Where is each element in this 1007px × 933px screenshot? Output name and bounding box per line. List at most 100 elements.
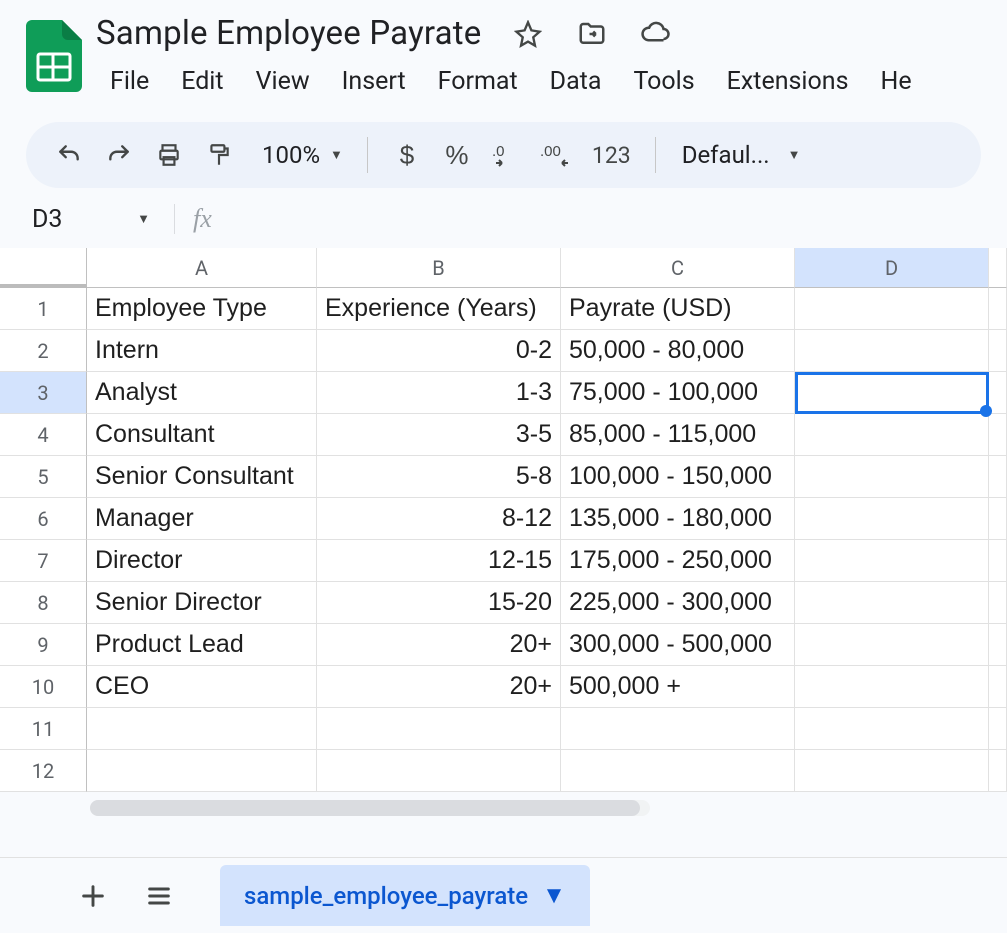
cell[interactable]: 50,000 - 80,000 xyxy=(561,330,795,372)
cell[interactable] xyxy=(87,708,317,750)
cell[interactable]: 3-5 xyxy=(317,414,561,456)
cell[interactable] xyxy=(795,750,989,792)
redo-button[interactable] xyxy=(96,132,142,178)
cell[interactable] xyxy=(87,750,317,792)
cell[interactable] xyxy=(989,708,1007,750)
cell[interactable]: Consultant xyxy=(87,414,317,456)
cell[interactable]: 15-20 xyxy=(317,582,561,624)
cell[interactable]: 20+ xyxy=(317,624,561,666)
cell[interactable] xyxy=(795,666,989,708)
cell[interactable] xyxy=(317,708,561,750)
select-all-corner[interactable] xyxy=(0,248,87,288)
cell[interactable]: 5-8 xyxy=(317,456,561,498)
row-header-3[interactable]: 3 xyxy=(0,372,87,414)
cell[interactable] xyxy=(989,540,1007,582)
cell[interactable] xyxy=(989,498,1007,540)
cell[interactable] xyxy=(989,414,1007,456)
font-dropdown[interactable]: Defaul... ▼ xyxy=(672,141,812,169)
cell[interactable]: Director xyxy=(87,540,317,582)
cell[interactable] xyxy=(989,372,1007,414)
col-header-E[interactable] xyxy=(989,248,1007,288)
cell[interactable]: 175,000 - 250,000 xyxy=(561,540,795,582)
increase-decimal-button[interactable]: .00 xyxy=(534,132,580,178)
all-sheets-button[interactable] xyxy=(126,863,192,929)
row-header-10[interactable]: 10 xyxy=(0,666,87,708)
cell[interactable]: 1-3 xyxy=(317,372,561,414)
move-folder-icon[interactable] xyxy=(572,14,612,54)
document-title[interactable]: Sample Employee Payrate xyxy=(94,10,484,57)
cell[interactable] xyxy=(795,624,989,666)
name-box[interactable]: D3 ▼ xyxy=(26,205,156,234)
cell[interactable] xyxy=(795,540,989,582)
print-button[interactable] xyxy=(146,132,192,178)
cell[interactable]: CEO xyxy=(87,666,317,708)
sheet-tab[interactable]: sample_employee_payrate ▼ xyxy=(220,865,590,926)
menu-insert[interactable]: Insert xyxy=(326,61,422,102)
add-sheet-button[interactable] xyxy=(60,863,126,929)
cell[interactable] xyxy=(795,582,989,624)
menu-format[interactable]: Format xyxy=(422,61,534,102)
cell[interactable]: 500,000 + xyxy=(561,666,795,708)
row-header-8[interactable]: 8 xyxy=(0,582,87,624)
cell[interactable] xyxy=(989,750,1007,792)
cell[interactable] xyxy=(989,330,1007,372)
cell[interactable]: Analyst xyxy=(87,372,317,414)
cell[interactable]: Payrate (USD) xyxy=(561,288,795,330)
cloud-status-icon[interactable] xyxy=(636,14,676,54)
cell[interactable]: 20+ xyxy=(317,666,561,708)
cell[interactable]: 225,000 - 300,000 xyxy=(561,582,795,624)
row-header-5[interactable]: 5 xyxy=(0,456,87,498)
row-header-2[interactable]: 2 xyxy=(0,330,87,372)
scrollbar-thumb[interactable] xyxy=(90,800,640,816)
cell[interactable] xyxy=(795,708,989,750)
cell[interactable] xyxy=(561,750,795,792)
more-formats-button[interactable]: 123 xyxy=(584,142,639,169)
menu-extensions[interactable]: Extensions xyxy=(711,61,865,102)
col-header-A[interactable]: A xyxy=(87,248,317,288)
undo-button[interactable] xyxy=(46,132,92,178)
cell[interactable]: Senior Director xyxy=(87,582,317,624)
cell[interactable]: 100,000 - 150,000 xyxy=(561,456,795,498)
cell[interactable] xyxy=(795,456,989,498)
star-icon[interactable] xyxy=(508,14,548,54)
cell[interactable] xyxy=(795,330,989,372)
cell[interactable] xyxy=(989,456,1007,498)
cell[interactable]: Senior Consultant xyxy=(87,456,317,498)
menu-edit[interactable]: Edit xyxy=(165,61,239,102)
cell[interactable] xyxy=(795,414,989,456)
cell[interactable]: 8-12 xyxy=(317,498,561,540)
cell[interactable] xyxy=(989,666,1007,708)
menu-tools[interactable]: Tools xyxy=(617,61,710,102)
col-header-C[interactable]: C xyxy=(561,248,795,288)
row-header-7[interactable]: 7 xyxy=(0,540,87,582)
menu-data[interactable]: Data xyxy=(534,61,618,102)
row-header-1[interactable]: 1 xyxy=(0,288,87,330)
row-header-9[interactable]: 9 xyxy=(0,624,87,666)
row-header-11[interactable]: 11 xyxy=(0,708,87,750)
spreadsheet-grid[interactable]: A B C D 1Employee TypeExperience (Years)… xyxy=(0,248,1007,816)
cell[interactable]: 75,000 - 100,000 xyxy=(561,372,795,414)
cell[interactable] xyxy=(795,498,989,540)
cell[interactable] xyxy=(317,750,561,792)
sheets-logo[interactable] xyxy=(26,20,82,92)
menu-file[interactable]: File xyxy=(94,61,165,102)
menu-help[interactable]: He xyxy=(864,61,927,102)
cell[interactable] xyxy=(795,288,989,330)
cell[interactable] xyxy=(989,582,1007,624)
cell[interactable]: Intern xyxy=(87,330,317,372)
col-header-D[interactable]: D xyxy=(795,248,989,288)
cell[interactable]: Employee Type xyxy=(87,288,317,330)
row-header-6[interactable]: 6 xyxy=(0,498,87,540)
cell[interactable]: 0-2 xyxy=(317,330,561,372)
percent-button[interactable]: % xyxy=(434,132,480,178)
cell[interactable]: 135,000 - 180,000 xyxy=(561,498,795,540)
col-header-B[interactable]: B xyxy=(317,248,561,288)
row-header-4[interactable]: 4 xyxy=(0,414,87,456)
currency-button[interactable]: $ xyxy=(384,132,430,178)
cell[interactable]: 85,000 - 115,000 xyxy=(561,414,795,456)
cell[interactable]: 12-15 xyxy=(317,540,561,582)
zoom-dropdown[interactable]: 100% ▼ xyxy=(246,141,351,169)
cell[interactable] xyxy=(561,708,795,750)
cell[interactable]: Manager xyxy=(87,498,317,540)
menu-view[interactable]: View xyxy=(240,61,326,102)
